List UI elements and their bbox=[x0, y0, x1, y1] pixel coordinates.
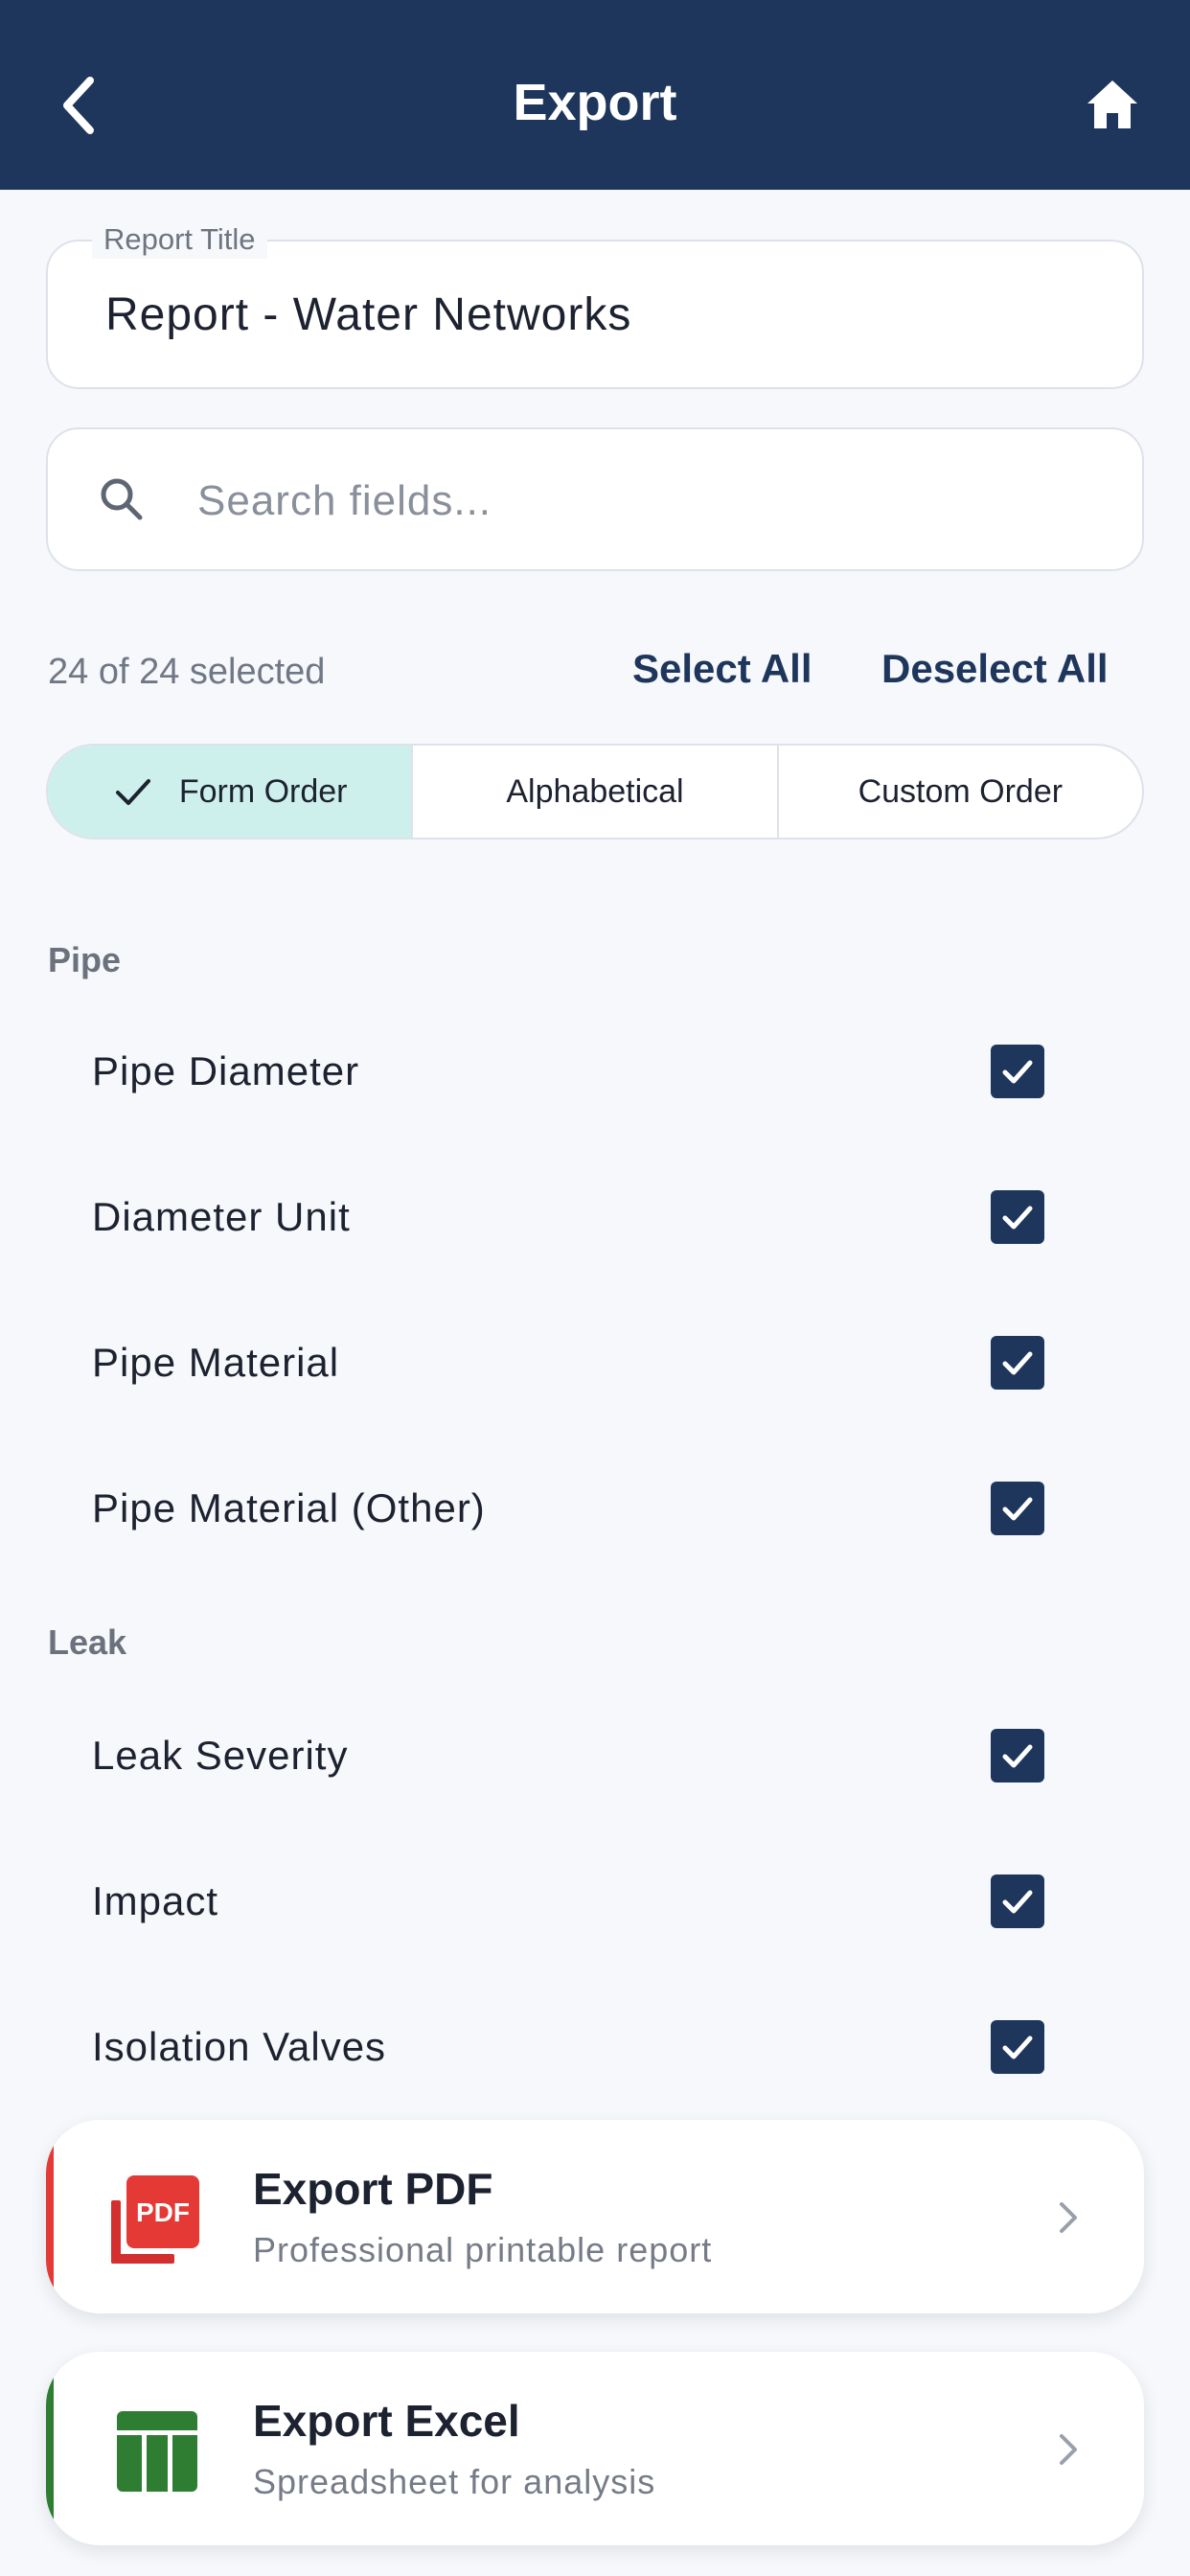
tab-alphabetical[interactable]: Alphabetical bbox=[411, 746, 776, 838]
checkmark-icon bbox=[1002, 1497, 1033, 1521]
tab-label: Form Order bbox=[178, 772, 348, 810]
card-subtitle: Professional printable report bbox=[253, 2230, 713, 2269]
select-all-button[interactable]: Select All bbox=[632, 642, 812, 696]
card-accent bbox=[46, 2352, 54, 2545]
spreadsheet-icon bbox=[117, 2411, 197, 2492]
export-pdf-button[interactable]: PDF Export PDF Professional printable re… bbox=[46, 2120, 1144, 2313]
field-label: Isolation Valves bbox=[92, 2024, 387, 2069]
card-title: Export PDF bbox=[253, 2164, 493, 2214]
export-excel-button[interactable]: Export Excel Spreadsheet for analysis bbox=[46, 2352, 1144, 2545]
field-label: Diameter Unit bbox=[92, 1194, 351, 1239]
field-label: Leak Severity bbox=[92, 1733, 349, 1778]
home-icon bbox=[1087, 80, 1137, 128]
chevron-right-icon bbox=[1060, 2434, 1077, 2465]
field-row-pipe-material[interactable]: Pipe Material bbox=[46, 1305, 1144, 1420]
checkmark-icon bbox=[1002, 1744, 1033, 1768]
checkmark-icon bbox=[1002, 1206, 1033, 1230]
checkmark-icon bbox=[1002, 1060, 1033, 1084]
field-checkbox[interactable] bbox=[991, 1482, 1044, 1535]
search-field[interactable] bbox=[46, 427, 1144, 571]
tab-form-order[interactable]: Form Order bbox=[48, 746, 412, 838]
field-row-leak-severity[interactable]: Leak Severity bbox=[46, 1698, 1144, 1813]
tab-label: Alphabetical bbox=[506, 772, 684, 810]
header-bar: Export bbox=[0, 0, 1190, 190]
chevron-right-icon bbox=[1060, 2202, 1077, 2233]
checkmark-icon bbox=[1002, 1890, 1033, 1914]
field-label: Pipe Material (Other) bbox=[92, 1485, 486, 1530]
section-header-leak: Leak bbox=[48, 1622, 127, 1662]
report-title-field[interactable]: Report Title Report - Water Networks bbox=[46, 220, 1144, 389]
field-row-pipe-diameter[interactable]: Pipe Diameter bbox=[46, 1014, 1144, 1129]
field-label: Impact bbox=[92, 1878, 219, 1923]
deselect-all-button[interactable]: Deselect All bbox=[881, 642, 1109, 696]
checkmark-icon bbox=[1002, 2036, 1033, 2059]
field-row-pipe-material-other[interactable]: Pipe Material (Other) bbox=[46, 1451, 1144, 1566]
field-row-impact[interactable]: Impact bbox=[46, 1844, 1144, 1959]
field-checkbox[interactable] bbox=[991, 1190, 1044, 1244]
field-checkbox[interactable] bbox=[991, 1729, 1044, 1782]
selection-count: 24 of 24 selected bbox=[48, 652, 326, 692]
search-input[interactable] bbox=[197, 468, 1060, 535]
field-label: Pipe Diameter bbox=[92, 1048, 360, 1093]
card-accent bbox=[46, 2120, 54, 2313]
field-checkbox[interactable] bbox=[991, 1045, 1044, 1098]
card-subtitle: Spreadsheet for analysis bbox=[253, 2462, 656, 2501]
search-icon bbox=[101, 478, 143, 520]
svg-text:PDF: PDF bbox=[136, 2197, 190, 2227]
page-title: Export bbox=[513, 74, 677, 131]
checkmark-icon bbox=[1002, 1351, 1033, 1375]
checkmark-icon bbox=[115, 779, 150, 805]
card-title: Export Excel bbox=[253, 2396, 520, 2446]
home-button[interactable] bbox=[1079, 71, 1146, 138]
field-label: Pipe Material bbox=[92, 1340, 340, 1385]
field-row-diameter-unit[interactable]: Diameter Unit bbox=[46, 1160, 1144, 1275]
pdf-icon: PDF bbox=[111, 2175, 199, 2264]
field-checkbox[interactable] bbox=[991, 1874, 1044, 1928]
tab-custom-order[interactable]: Custom Order bbox=[776, 746, 1142, 838]
field-checkbox[interactable] bbox=[991, 1336, 1044, 1390]
tab-label: Custom Order bbox=[858, 772, 1064, 810]
section-header-pipe: Pipe bbox=[48, 940, 122, 979]
report-title-label: Report Title bbox=[92, 220, 267, 259]
sort-order-tabs: Form Order Alphabetical Custom Order bbox=[46, 744, 1144, 840]
field-row-isolation-valves[interactable]: Isolation Valves bbox=[46, 1990, 1144, 2104]
field-checkbox[interactable] bbox=[991, 2020, 1044, 2074]
report-title-value[interactable]: Report - Water Networks bbox=[105, 284, 631, 347]
